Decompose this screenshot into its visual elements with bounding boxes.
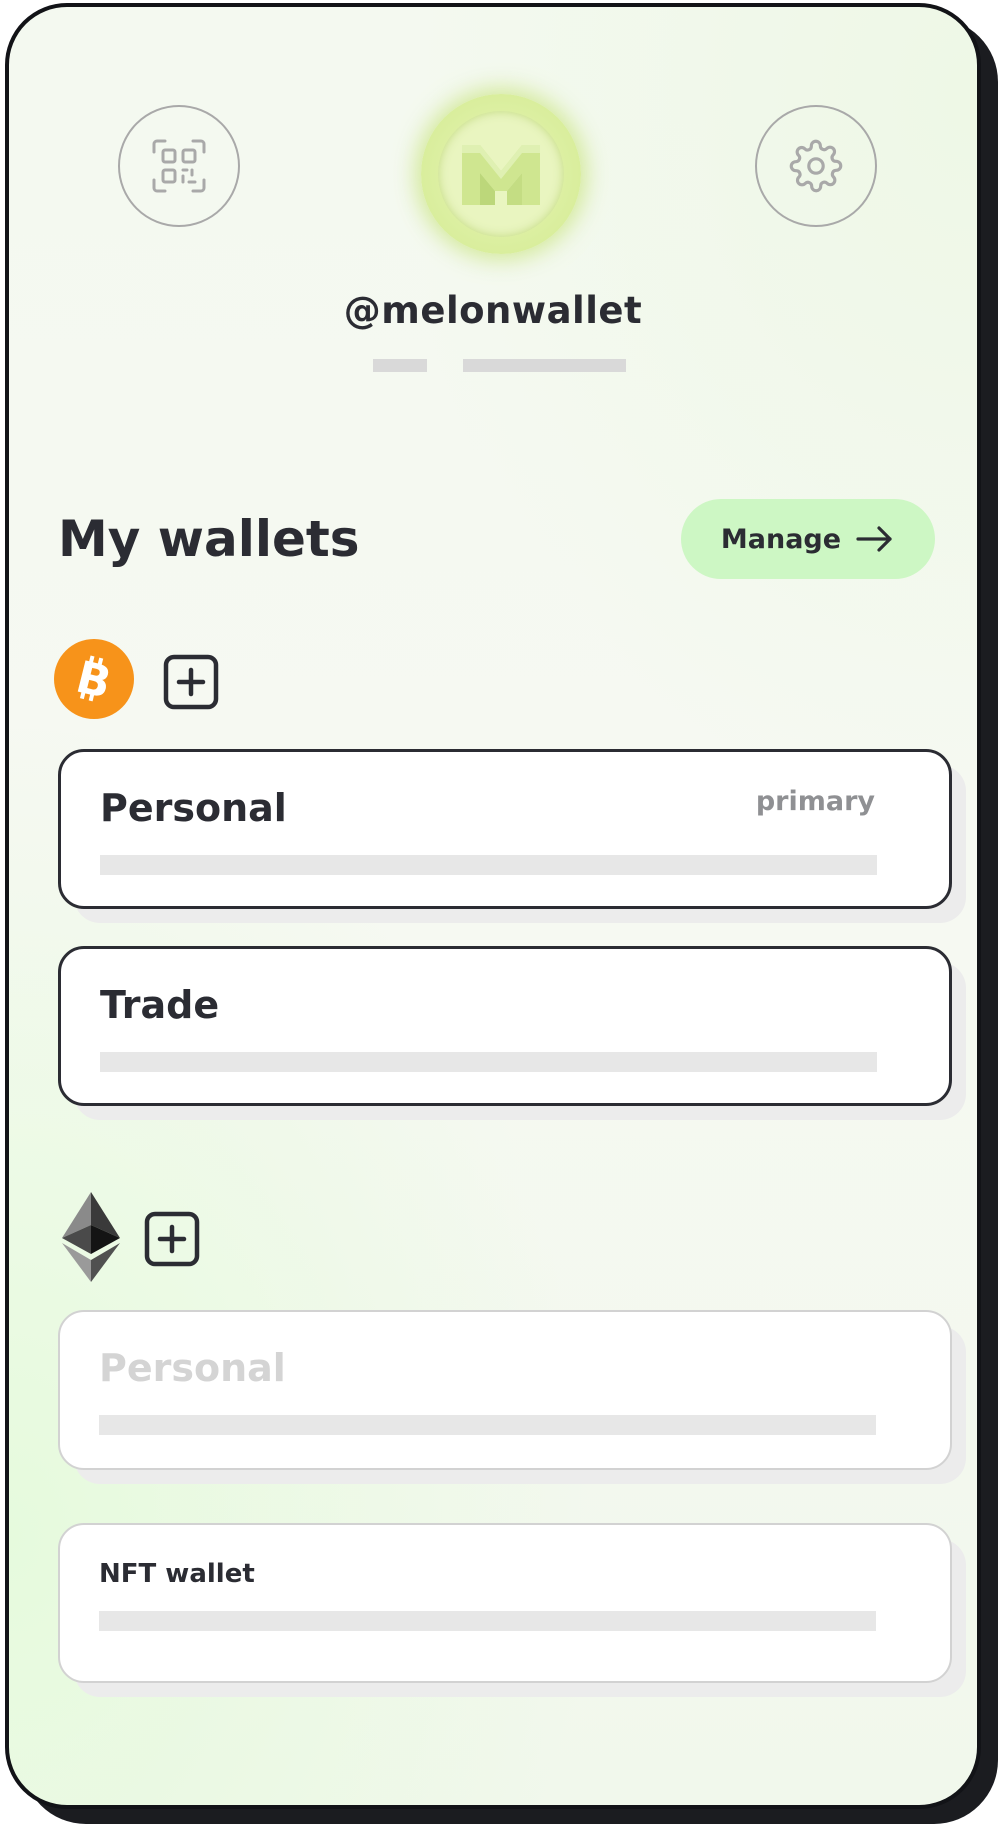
- screen: @melonwallet My wallets Manage B Persona…: [0, 0, 999, 1824]
- balance-placeholder-long: [463, 359, 626, 372]
- wallets-title: My wallets: [58, 510, 360, 568]
- add-bitcoin-wallet-button[interactable]: [163, 654, 219, 710]
- wallet-card-btc-personal[interactable]: Personal primary: [58, 749, 952, 909]
- scan-qr-button[interactable]: [118, 105, 240, 227]
- qr-code-scan-icon: [152, 139, 206, 193]
- wallet-name: NFT wallet: [99, 1559, 255, 1589]
- balance-placeholder: [99, 1415, 876, 1435]
- add-ethereum-wallet-button[interactable]: [144, 1211, 200, 1267]
- balance-placeholder: [100, 1052, 877, 1072]
- bitcoin-symbol-icon: B: [72, 654, 116, 704]
- wallet-card-eth-personal[interactable]: Personal: [58, 1310, 952, 1470]
- plus-square-icon: [163, 654, 219, 710]
- wallet-name: Trade: [100, 983, 220, 1027]
- plus-square-icon: [144, 1211, 200, 1267]
- balance-placeholder: [99, 1611, 876, 1631]
- wallet-card-btc-trade[interactable]: Trade: [58, 946, 952, 1106]
- wallet-card-eth-nft[interactable]: NFT wallet: [58, 1523, 952, 1683]
- wallet-name: Personal: [99, 1346, 286, 1390]
- bitcoin-icon: B: [54, 639, 134, 719]
- phone-frame: @melonwallet My wallets Manage B Persona…: [5, 3, 981, 1809]
- arrow-right-icon: [856, 526, 892, 552]
- melon-m-logo-icon: [462, 145, 540, 205]
- svg-text:B: B: [72, 654, 116, 704]
- manage-label: Manage: [720, 523, 842, 555]
- balance-placeholder: [100, 855, 877, 875]
- balance-placeholder-short: [373, 359, 427, 372]
- settings-button[interactable]: [755, 105, 877, 227]
- melon-logo: [421, 94, 581, 254]
- username-handle: @melonwallet: [343, 289, 643, 332]
- wallet-name: Personal: [100, 786, 287, 830]
- manage-button[interactable]: Manage: [681, 499, 935, 579]
- primary-badge: primary: [755, 786, 875, 817]
- melon-logo-inner: [438, 111, 564, 237]
- gear-icon: [789, 139, 843, 193]
- ethereum-icon: [62, 1192, 120, 1282]
